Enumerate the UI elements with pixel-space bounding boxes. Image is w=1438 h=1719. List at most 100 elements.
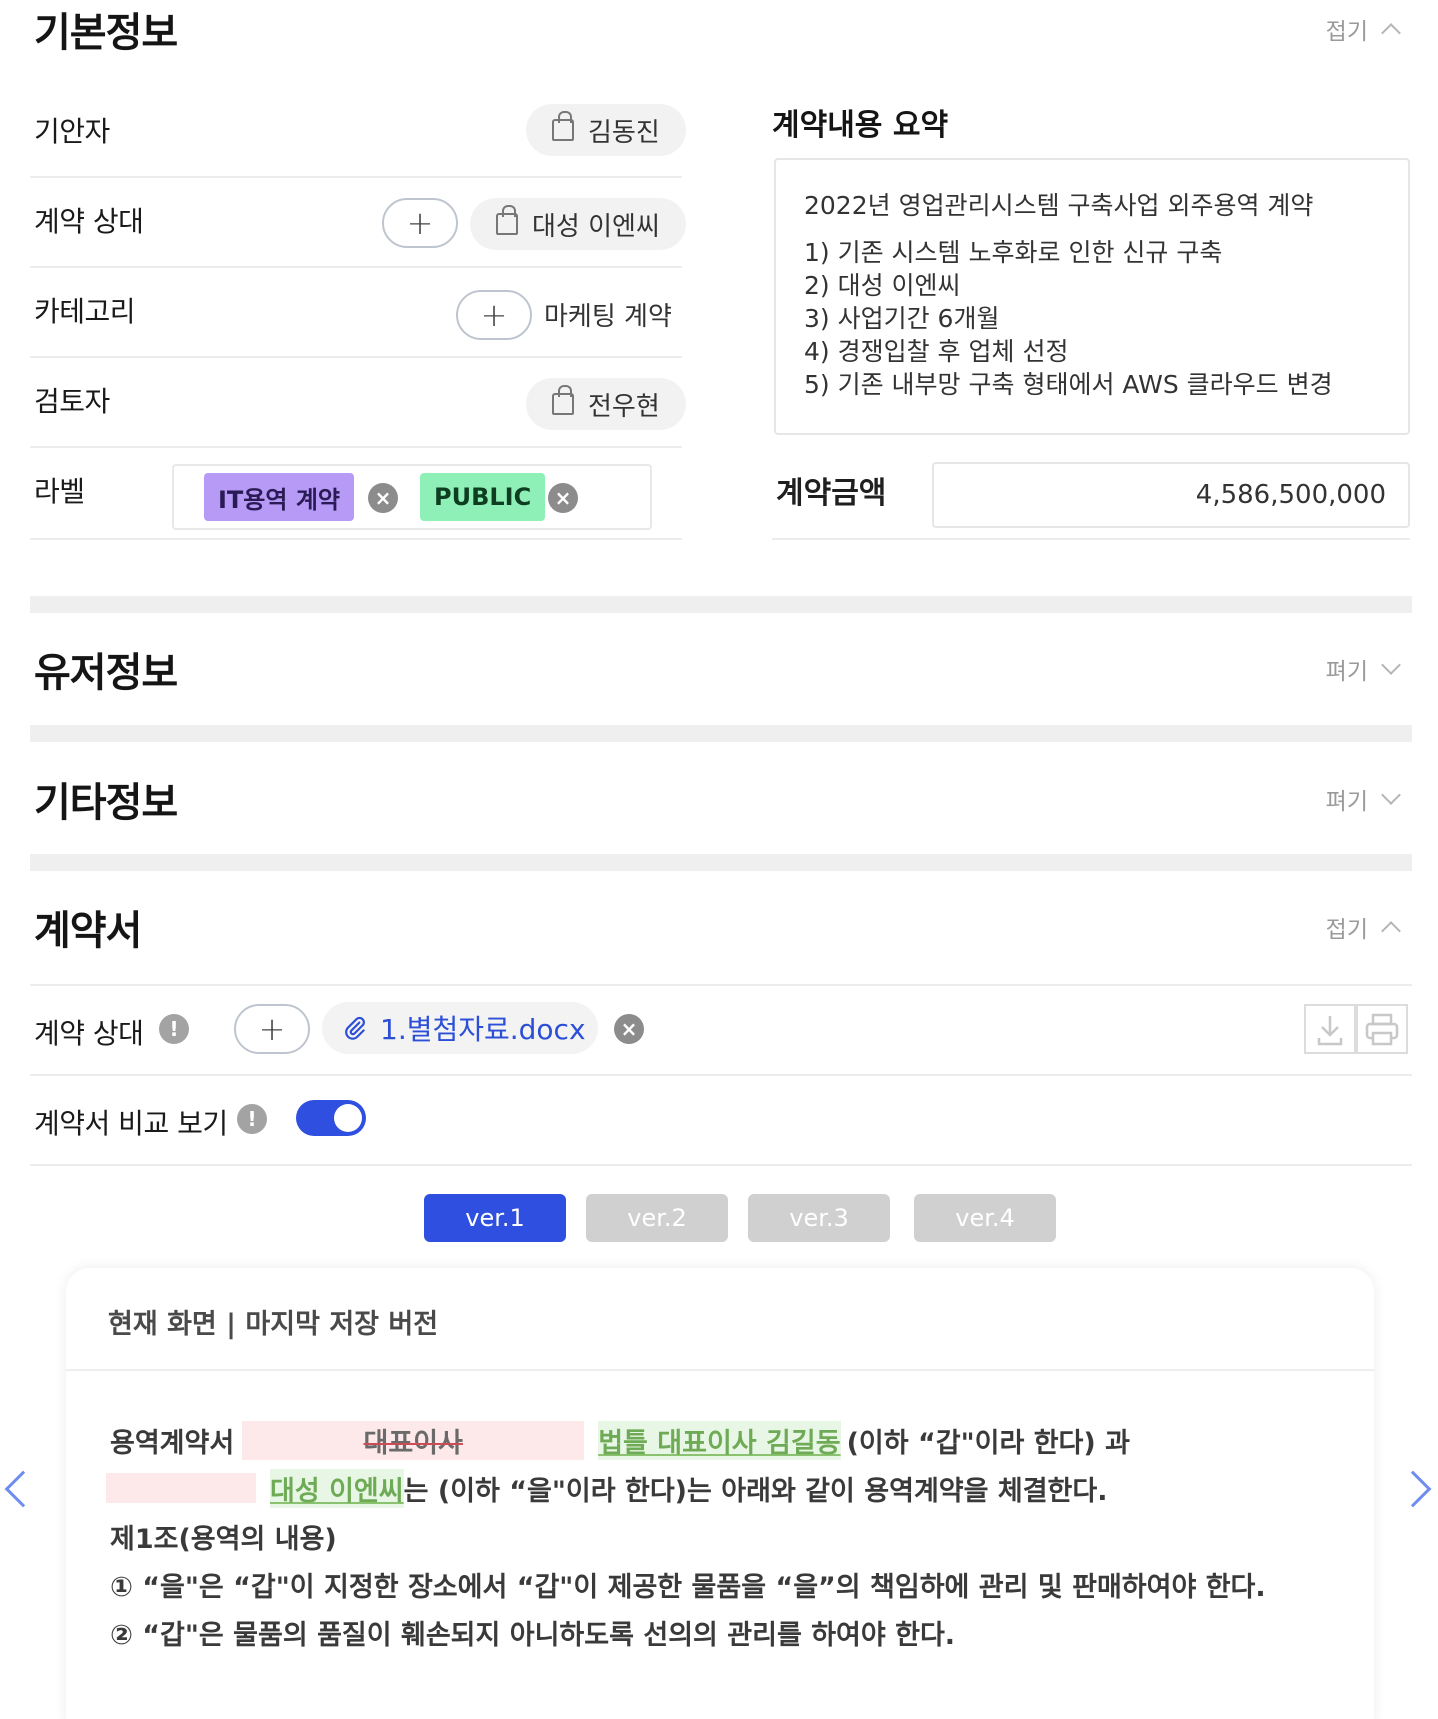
- toggle-label: 접기: [1325, 917, 1368, 943]
- add-category-button[interactable]: +: [456, 290, 532, 340]
- summary-line: 1) 기존 시스템 노후화로 인한 신규 구축: [804, 238, 1223, 267]
- doc-line: 대성 이엔씨 는 (이하 “을"이라 한다)는 아래와 같이 용역계약을 체결한…: [106, 1464, 1266, 1512]
- contract-party-label: 계약 상대: [34, 1017, 144, 1050]
- counterparty-name: 대성 이엔씨: [532, 211, 660, 242]
- compare-label: 계약서 비교 보기: [34, 1107, 228, 1140]
- category-label: 카테고리: [34, 295, 136, 328]
- card-divider: [66, 1369, 1374, 1371]
- drafter-name: 김동진: [588, 117, 660, 148]
- expand-user-toggle[interactable]: 펴기: [1326, 652, 1408, 686]
- version-tab-4[interactable]: ver.4: [914, 1194, 1056, 1242]
- expand-etc-toggle[interactable]: 펴기: [1326, 782, 1408, 816]
- contract-header: 계약서 접기: [34, 898, 1408, 956]
- toggle-label: 접기: [1325, 19, 1368, 45]
- summary-line: 3) 사업기간 6개월: [804, 304, 1000, 333]
- amount-label: 계약금액: [776, 476, 887, 511]
- basic-info-header: 기본정보 접기: [34, 0, 1408, 58]
- summary-line: 4) 경쟁입찰 후 업체 선정: [804, 337, 1069, 366]
- lock-icon: [496, 205, 518, 235]
- summary-title: 계약내용 요약: [772, 108, 949, 143]
- collapse-basic-toggle[interactable]: 접기: [1326, 12, 1408, 46]
- info-icon[interactable]: !: [237, 1104, 267, 1134]
- user-info-header: 유저정보 펴기: [34, 640, 1408, 698]
- section-separator: [30, 596, 1412, 613]
- remove-tag-icon[interactable]: ×: [368, 483, 398, 513]
- toggle-label: 펴기: [1325, 789, 1368, 815]
- doc-text: 는 (이하 “을"이라 한다)는 아래와 같이 용역계약을 체결한다.: [403, 1475, 1108, 1507]
- row-divider: [30, 538, 682, 540]
- lock-icon: [552, 385, 574, 415]
- next-arrow-icon[interactable]: [1394, 1470, 1432, 1508]
- row-divider: [30, 266, 682, 268]
- chevron-up-icon: [1381, 23, 1401, 43]
- doc-line: 제1조(용역의 내용): [110, 1523, 337, 1555]
- info-icon[interactable]: !: [159, 1014, 189, 1044]
- section-title-etc: 기타정보: [34, 780, 178, 826]
- inserted-text: 대성 이엔씨: [270, 1468, 404, 1508]
- version-tab-2[interactable]: ver.2: [586, 1194, 728, 1242]
- section-title-basic: 기본정보: [34, 10, 178, 56]
- chevron-up-icon: [1381, 921, 1401, 941]
- reviewer-label: 검토자: [34, 385, 110, 418]
- counterparty-label: 계약 상대: [34, 205, 144, 238]
- row-divider: [30, 1164, 1412, 1166]
- tag-public: PUBLIC: [420, 473, 546, 521]
- switch-knob: [334, 1104, 362, 1132]
- summary-line: 5) 기존 내부망 구축 형태에서 AWS 클라우드 변경: [804, 370, 1333, 399]
- etc-info-header: 기타정보 펴기: [34, 770, 1408, 828]
- toggle-label: 펴기: [1325, 659, 1368, 685]
- labels-label: 라벨: [34, 475, 85, 508]
- attachment-chip[interactable]: 1.별첨자료.docx: [322, 1002, 598, 1054]
- remove-file-icon[interactable]: ×: [614, 1014, 644, 1044]
- chevron-down-icon: [1381, 655, 1401, 675]
- prev-arrow-icon[interactable]: [4, 1470, 42, 1508]
- print-button[interactable]: [1356, 1004, 1408, 1054]
- doc-line: ① “을"은 “갑"이 지정한 장소에서 “갑"이 제공한 물품을 “을”의 책…: [110, 1571, 1266, 1603]
- drafter-label: 기안자: [34, 115, 110, 148]
- summary-line: 2) 대성 이엔씨: [804, 271, 961, 300]
- doc-line: ② “갑"은 물품의 품질이 훼손되지 아니하도록 선의의 관리를 하여야 한다…: [110, 1619, 956, 1651]
- section-title-contract: 계약서: [34, 908, 142, 954]
- category-value: 마케팅 계약: [544, 302, 672, 332]
- version-tab-3[interactable]: ver.3: [748, 1194, 890, 1242]
- row-divider: [30, 1074, 1412, 1076]
- lock-icon: [552, 111, 574, 141]
- tag-it-service: IT용역 계약: [204, 473, 354, 521]
- doc-text: (이하 “갑"이라 한다) 과: [846, 1427, 1130, 1459]
- drafter-chip[interactable]: 김동진: [526, 104, 686, 156]
- version-tab-1[interactable]: ver.1: [424, 1194, 566, 1242]
- compare-card-header: 현재 화면 | 마지막 저장 버전: [108, 1309, 439, 1340]
- section-title-user: 유저정보: [34, 650, 178, 696]
- add-file-button[interactable]: +: [234, 1004, 310, 1054]
- download-button[interactable]: [1304, 1004, 1356, 1054]
- deleted-text: [106, 1473, 256, 1503]
- compare-toggle-switch[interactable]: [296, 1100, 366, 1136]
- row-divider: [30, 356, 682, 358]
- contract-document-text: 용역계약서 대표이사 법틀 대표이사 김길동 (이하 “갑"이라 한다) 과 대…: [106, 1416, 1266, 1656]
- summary-box[interactable]: 2022년 영업관리시스템 구축사업 외주용역 계약 1) 기존 시스템 노후화…: [774, 158, 1410, 435]
- chevron-down-icon: [1381, 785, 1401, 805]
- row-divider: [30, 176, 682, 178]
- remove-tag-icon[interactable]: ×: [548, 483, 578, 513]
- section-separator: [30, 725, 1412, 742]
- section-separator: [30, 854, 1412, 871]
- attachment-name: 1.별첨자료.docx: [380, 1013, 586, 1046]
- printer-icon: [1365, 1013, 1399, 1046]
- reviewer-name: 전우현: [588, 391, 660, 422]
- reviewer-chip[interactable]: 전우현: [526, 378, 686, 430]
- amount-field[interactable]: 4,586,500,000: [932, 462, 1410, 528]
- label-input-box[interactable]: IT용역 계약 × PUBLIC ×: [172, 464, 652, 530]
- counterparty-chip[interactable]: 대성 이엔씨: [470, 198, 686, 250]
- row-divider: [30, 446, 682, 448]
- summary-heading: 2022년 영업관리시스템 구축사업 외주용역 계약: [804, 191, 1314, 220]
- collapse-contract-toggle[interactable]: 접기: [1326, 910, 1408, 944]
- deleted-text: 대표이사: [242, 1420, 585, 1460]
- download-icon: [1317, 1016, 1343, 1046]
- row-divider: [772, 538, 1410, 540]
- row-divider: [30, 984, 1412, 986]
- paperclip-icon: [345, 1016, 365, 1040]
- compare-card: 현재 화면 | 마지막 저장 버전 용역계약서 대표이사 법틀 대표이사 김길동…: [66, 1268, 1374, 1719]
- inserted-text: 법틀 대표이사 김길동: [598, 1420, 841, 1460]
- doc-line: 용역계약서 대표이사 법틀 대표이사 김길동 (이하 “갑"이라 한다) 과: [110, 1416, 1266, 1464]
- add-counterparty-button[interactable]: +: [382, 198, 458, 248]
